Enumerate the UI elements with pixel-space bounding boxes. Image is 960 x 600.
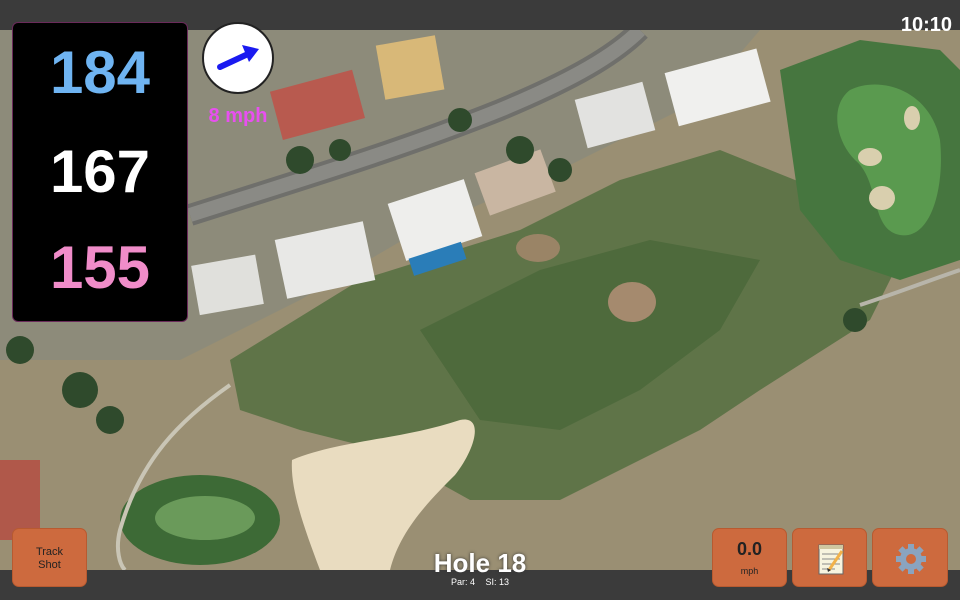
wind-speed-label: 8 mph	[208, 105, 268, 127]
settings-button[interactable]	[872, 528, 948, 587]
hole-title: Hole 18	[433, 548, 527, 578]
hole-par: Par: 4	[450, 577, 475, 587]
hole-stroke-index: SI: 13	[485, 577, 510, 587]
wind-direction-arrow-icon	[217, 45, 259, 70]
track-shot-button[interactable]: Track Shot	[12, 528, 87, 587]
clock-time: 10:10	[900, 14, 952, 36]
gear-icon	[896, 544, 926, 574]
distance-middle: 167	[49, 138, 151, 205]
speed-unit: mph	[740, 566, 759, 576]
speed-button[interactable]: 0.0 mph	[712, 528, 787, 587]
speed-value: 0.0	[736, 539, 763, 559]
track-shot-label: Track Shot	[35, 546, 64, 571]
distance-panel: 184 167 155	[12, 22, 188, 322]
wind-indicator	[202, 22, 274, 94]
distance-back: 184	[49, 39, 151, 106]
distance-front: 155	[49, 234, 151, 301]
hole-meta: Par: 4 SI: 13	[400, 577, 560, 587]
notepad-icon	[818, 544, 844, 575]
notes-button[interactable]	[792, 528, 867, 587]
